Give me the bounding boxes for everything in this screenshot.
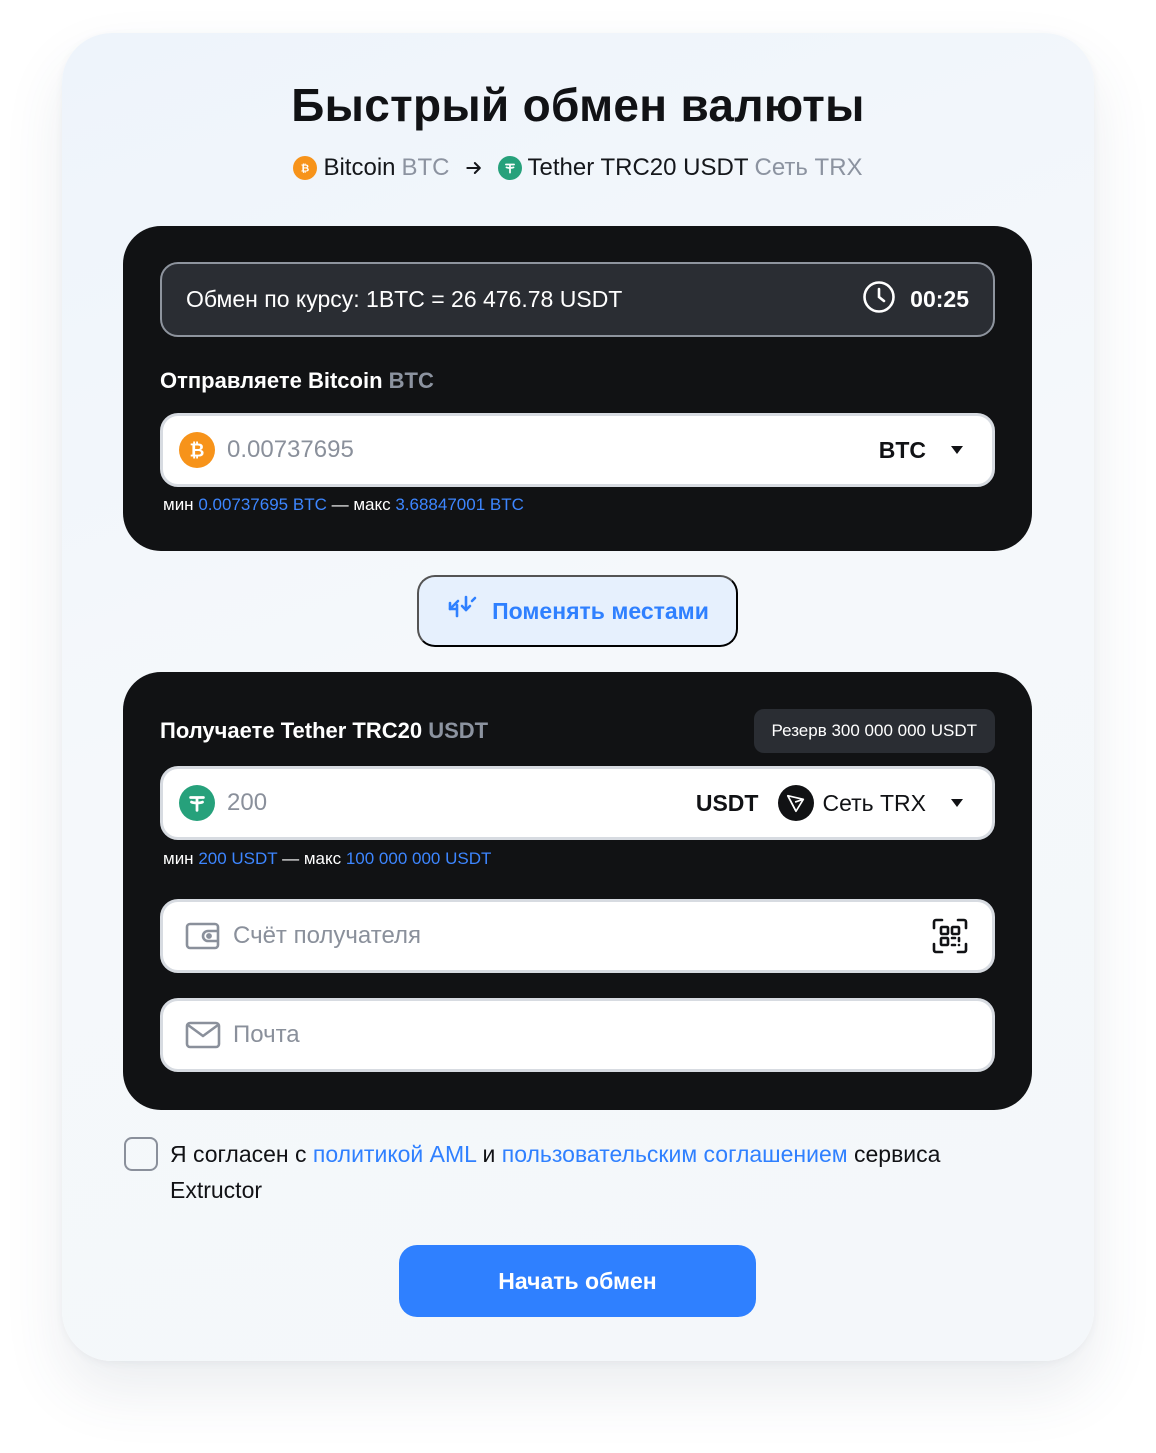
agreement-text-3: сервиса: [853, 1141, 941, 1167]
chevron-down-icon[interactable]: [950, 445, 964, 455]
to-currency-network: Сеть TRX: [754, 154, 863, 181]
recipient-account-input[interactable]: Счёт получателя: [233, 922, 932, 950]
network-select[interactable]: Сеть TRX: [778, 785, 926, 821]
receive-panel: Получаете Tether TRC20 USDT Резерв 300 0…: [123, 672, 1032, 1110]
receive-min-prefix: мин: [163, 849, 194, 868]
tether-icon: [497, 156, 522, 180]
receive-label: Получаете Tether TRC20 USDT: [160, 718, 488, 744]
receive-label-ticker: USDT: [428, 718, 489, 743]
agreement-checkbox[interactable]: [124, 1137, 158, 1171]
agreement-service-name: Extructor: [170, 1177, 263, 1203]
reserve-badge: Резерв 300 000 000 USDT: [753, 709, 995, 753]
from-currency-name: Bitcoin: [323, 154, 396, 181]
svg-text:₿: ₿: [190, 440, 205, 461]
send-amount-field[interactable]: ₿ 0.00737695 BTC: [160, 413, 995, 487]
network-label: Сеть TRX: [822, 789, 926, 816]
tron-icon: [778, 785, 815, 821]
agreement-text: Я согласен с политикой AML и пользовател…: [170, 1136, 940, 1208]
email-input[interactable]: Почта: [233, 1021, 964, 1049]
send-limits: мин 0.00737695 BTC — макс 3.68847001 BTC: [163, 495, 524, 515]
timer-value: 00:25: [910, 286, 969, 312]
swap-arrows-icon: [446, 592, 478, 630]
send-amount-input[interactable]: 0.00737695: [227, 436, 879, 464]
chevron-down-icon[interactable]: [950, 798, 964, 808]
from-currency-ticker: BTC: [401, 154, 450, 181]
receive-limit-separator: — макс: [282, 849, 342, 868]
agreement: Я согласен с политикой AML и пользовател…: [124, 1136, 1024, 1208]
send-min-prefix: мин: [163, 495, 194, 514]
arrow-right-icon: [464, 158, 484, 178]
receive-limits: мин 200 USDT — макс 100 000 000 USDT: [163, 849, 491, 869]
qr-scan-icon[interactable]: [932, 918, 968, 954]
start-exchange-button[interactable]: Начать обмен: [399, 1245, 756, 1317]
swap-label: Поменять местами: [492, 597, 709, 624]
receive-amount-field[interactable]: 200 USDT Сеть TRX: [160, 766, 995, 840]
page-title: Быстрый обмен валюты: [291, 79, 865, 131]
receive-currency-select[interactable]: USDT: [696, 790, 759, 817]
receive-label-text: Получаете Tether TRC20: [160, 718, 423, 743]
send-currency-select[interactable]: BTC: [879, 437, 926, 464]
wallet-icon: [185, 921, 221, 951]
send-label-text: Отправляете Bitcoin: [160, 368, 383, 393]
mail-icon: [185, 1021, 221, 1049]
send-panel: Обмен по курсу: 1BTC = 26 476.78 USDT 00…: [123, 226, 1032, 551]
send-limit-separator: — макс: [331, 495, 391, 514]
exchange-rate-text: Обмен по курсу: 1BTC = 26 476.78 USDT: [186, 286, 623, 312]
receive-max-value[interactable]: 100 000 000 USDT: [346, 849, 492, 868]
user-agreement-link[interactable]: пользовательским соглашением: [502, 1141, 848, 1167]
send-max-value[interactable]: 3.68847001 BTC: [395, 495, 524, 514]
email-field[interactable]: Почта: [160, 998, 995, 1072]
currency-pair: ₿ Bitcoin BTC Tether TRC20 USDT Сеть TRX: [0, 154, 1156, 182]
recipient-account-field[interactable]: Счёт получателя: [160, 899, 995, 973]
clock-icon: [862, 280, 896, 320]
svg-text:₿: ₿: [301, 163, 310, 175]
agreement-text-1: Я согласен с: [170, 1141, 307, 1167]
send-label-ticker: BTC: [388, 368, 434, 393]
rate-timer: 00:25: [862, 280, 969, 320]
aml-policy-link[interactable]: политикой AML: [313, 1141, 476, 1167]
bitcoin-icon: ₿: [293, 156, 318, 180]
receive-amount-input[interactable]: 200: [227, 789, 696, 817]
to-currency-name: Tether TRC20 USDT: [527, 154, 749, 181]
send-label: Отправляете Bitcoin BTC: [160, 368, 434, 394]
receive-min-value[interactable]: 200 USDT: [198, 849, 277, 868]
exchange-rate-bar: Обмен по курсу: 1BTC = 26 476.78 USDT 00…: [160, 262, 995, 337]
tether-icon: [179, 785, 215, 821]
send-min-value[interactable]: 0.00737695 BTC: [198, 495, 327, 514]
bitcoin-icon: ₿: [179, 432, 215, 468]
swap-button[interactable]: Поменять местами: [417, 575, 738, 647]
agreement-text-2: и: [482, 1141, 496, 1167]
